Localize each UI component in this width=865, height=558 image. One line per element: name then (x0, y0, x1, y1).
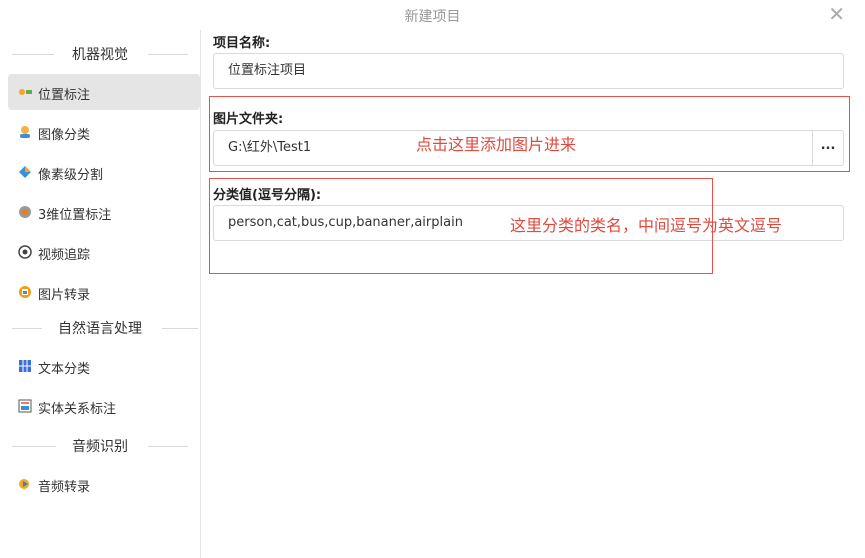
project-name-input[interactable]: 位置标注项目 (213, 53, 844, 89)
categories-label: 分类值(逗号分隔): (213, 188, 322, 203)
sidebar-item-3d-annotation[interactable]: 3维位置标注 (8, 194, 200, 230)
sidebar-item-label: 像素级分割 (38, 168, 104, 183)
sidebar-item-audio-transcription[interactable]: 音频转录 (8, 466, 200, 502)
sidebar-item-entity-relation[interactable]: 实体关系标注 (8, 388, 200, 424)
section-header-nlp: 自然语言处理 (0, 318, 200, 338)
sidebar-item-label: 图像分类 (38, 128, 91, 143)
section-title: 自然语言处理 (52, 321, 148, 337)
sidebar-item-label: 3维位置标注 (38, 208, 112, 223)
sidebar-item-label: 音频转录 (38, 480, 91, 495)
sidebar-item-label: 文本分类 (38, 362, 91, 377)
segment-icon (19, 166, 31, 178)
sidebar: 机器视觉 位置标注 图像分类 像素级分割 3维位置标注 视频追踪 图片转录 自然… (0, 30, 201, 558)
audio-icon (19, 479, 29, 489)
sidebar-item-position-annotation[interactable]: 位置标注 (8, 74, 200, 110)
project-name-label: 项目名称: (213, 36, 271, 51)
section-title: 机器视觉 (66, 47, 134, 63)
image-folder-label: 图片文件夹: (213, 112, 284, 127)
sidebar-item-label: 视频追踪 (38, 248, 91, 263)
cube-icon (19, 206, 31, 218)
section-title: 音频识别 (66, 439, 134, 455)
relation-icon (18, 399, 32, 413)
sidebar-item-label: 图片转录 (38, 288, 91, 303)
sidebar-item-image-classification[interactable]: 图像分类 (8, 114, 200, 150)
folder-hint-text: 点击这里添加图片进来 (416, 135, 577, 154)
video-icon (18, 245, 32, 259)
window-title: 新建项目 (404, 9, 461, 25)
sidebar-item-label: 位置标注 (38, 88, 91, 103)
tag-icon (19, 89, 32, 95)
title-bar: 新建项目 ✕ (0, 0, 865, 30)
browse-folder-button[interactable]: ... (812, 130, 844, 166)
category-hint-text: 这里分类的类名，中间逗号为英文逗号 (510, 216, 783, 235)
sidebar-item-image-transcription[interactable]: 图片转录 (8, 274, 200, 310)
section-header-audio: 音频识别 (0, 436, 200, 456)
image-icon (19, 286, 31, 298)
section-header-machine-vision: 机器视觉 (0, 44, 200, 64)
classify-icon (20, 126, 30, 138)
close-icon[interactable]: ✕ (828, 4, 845, 24)
sidebar-item-pixel-segmentation[interactable]: 像素级分割 (8, 154, 200, 190)
sidebar-item-label: 实体关系标注 (38, 402, 117, 417)
grid-icon (19, 360, 31, 372)
sidebar-item-video-tracking[interactable]: 视频追踪 (8, 234, 200, 270)
sidebar-item-text-classification[interactable]: 文本分类 (8, 348, 200, 384)
